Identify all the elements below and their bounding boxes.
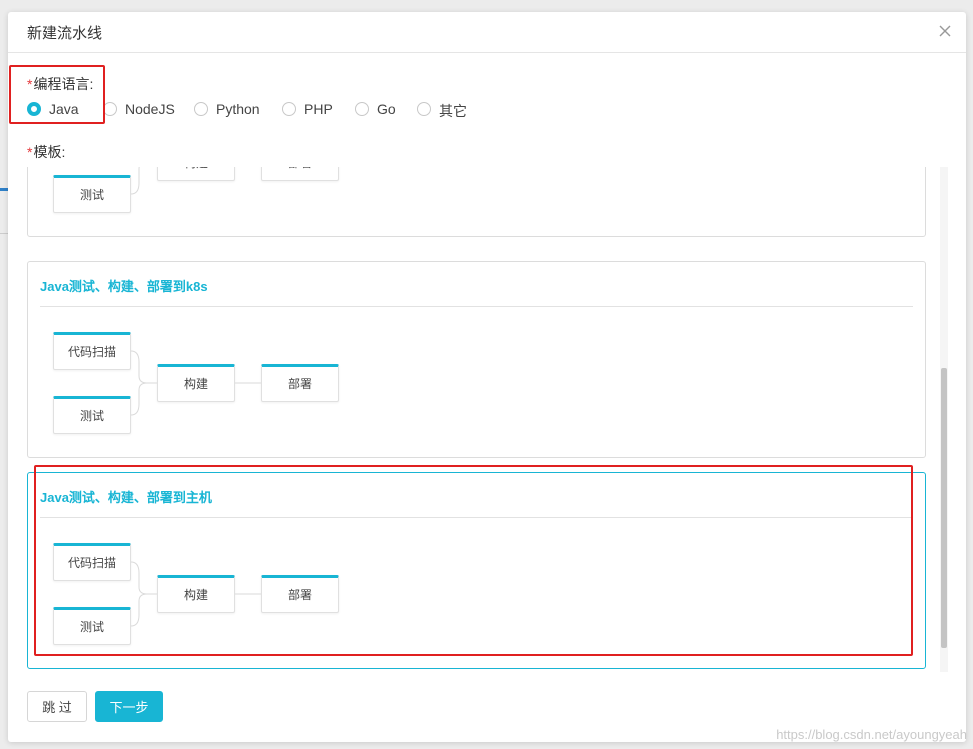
modal-title: 新建流水线 <box>27 25 103 42</box>
stage-test: 测试 <box>53 175 131 213</box>
background-app-accent <box>0 188 8 191</box>
annotation-highlight-language <box>9 65 105 124</box>
close-icon[interactable] <box>936 22 954 40</box>
stage-connector <box>131 167 140 195</box>
template-label-text: 模板: <box>33 144 66 160</box>
new-pipeline-modal: 新建流水线 *编程语言: Java NodeJS Python PHP Go 其… <box>8 12 966 742</box>
watermark: https://blog.csdn.net/ayoungyeah <box>776 727 967 742</box>
radio-label: PHP <box>304 101 333 117</box>
radio-circle <box>194 102 208 116</box>
stage-deploy: 部署 <box>261 167 339 181</box>
stage-code-scan: 代码扫描 <box>53 332 131 370</box>
radio-circle <box>103 102 117 116</box>
next-step-button[interactable]: 下一步 <box>95 691 163 722</box>
background-app-divider <box>0 233 8 234</box>
radio-label: Python <box>216 101 260 117</box>
radio-circle <box>282 102 296 116</box>
radio-label: Go <box>377 101 396 117</box>
card-divider <box>40 306 913 307</box>
scrollbar-thumb[interactable] <box>941 368 947 648</box>
template-list-scrollbar[interactable] <box>940 167 948 672</box>
radio-label: NodeJS <box>125 101 175 117</box>
stage-test: 测试 <box>53 396 131 434</box>
stage-deploy: 部署 <box>261 364 339 402</box>
template-title: Java测试、构建、部署到k8s <box>40 279 208 294</box>
template-field-label: *模板: <box>27 142 65 162</box>
template-card[interactable]: 测试 构建 部署 <box>27 167 926 237</box>
required-mark: * <box>27 144 33 160</box>
stage-connector <box>131 350 261 416</box>
annotation-highlight-template <box>34 465 913 656</box>
modal-header: 新建流水线 <box>8 12 966 53</box>
radio-circle <box>417 102 431 116</box>
radio-label: 其它 <box>439 103 467 119</box>
template-card[interactable]: Java测试、构建、部署到k8s 代码扫描 测试 构建 部署 <box>27 261 926 458</box>
radio-circle <box>355 102 369 116</box>
skip-button[interactable]: 跳 过 <box>27 691 87 722</box>
